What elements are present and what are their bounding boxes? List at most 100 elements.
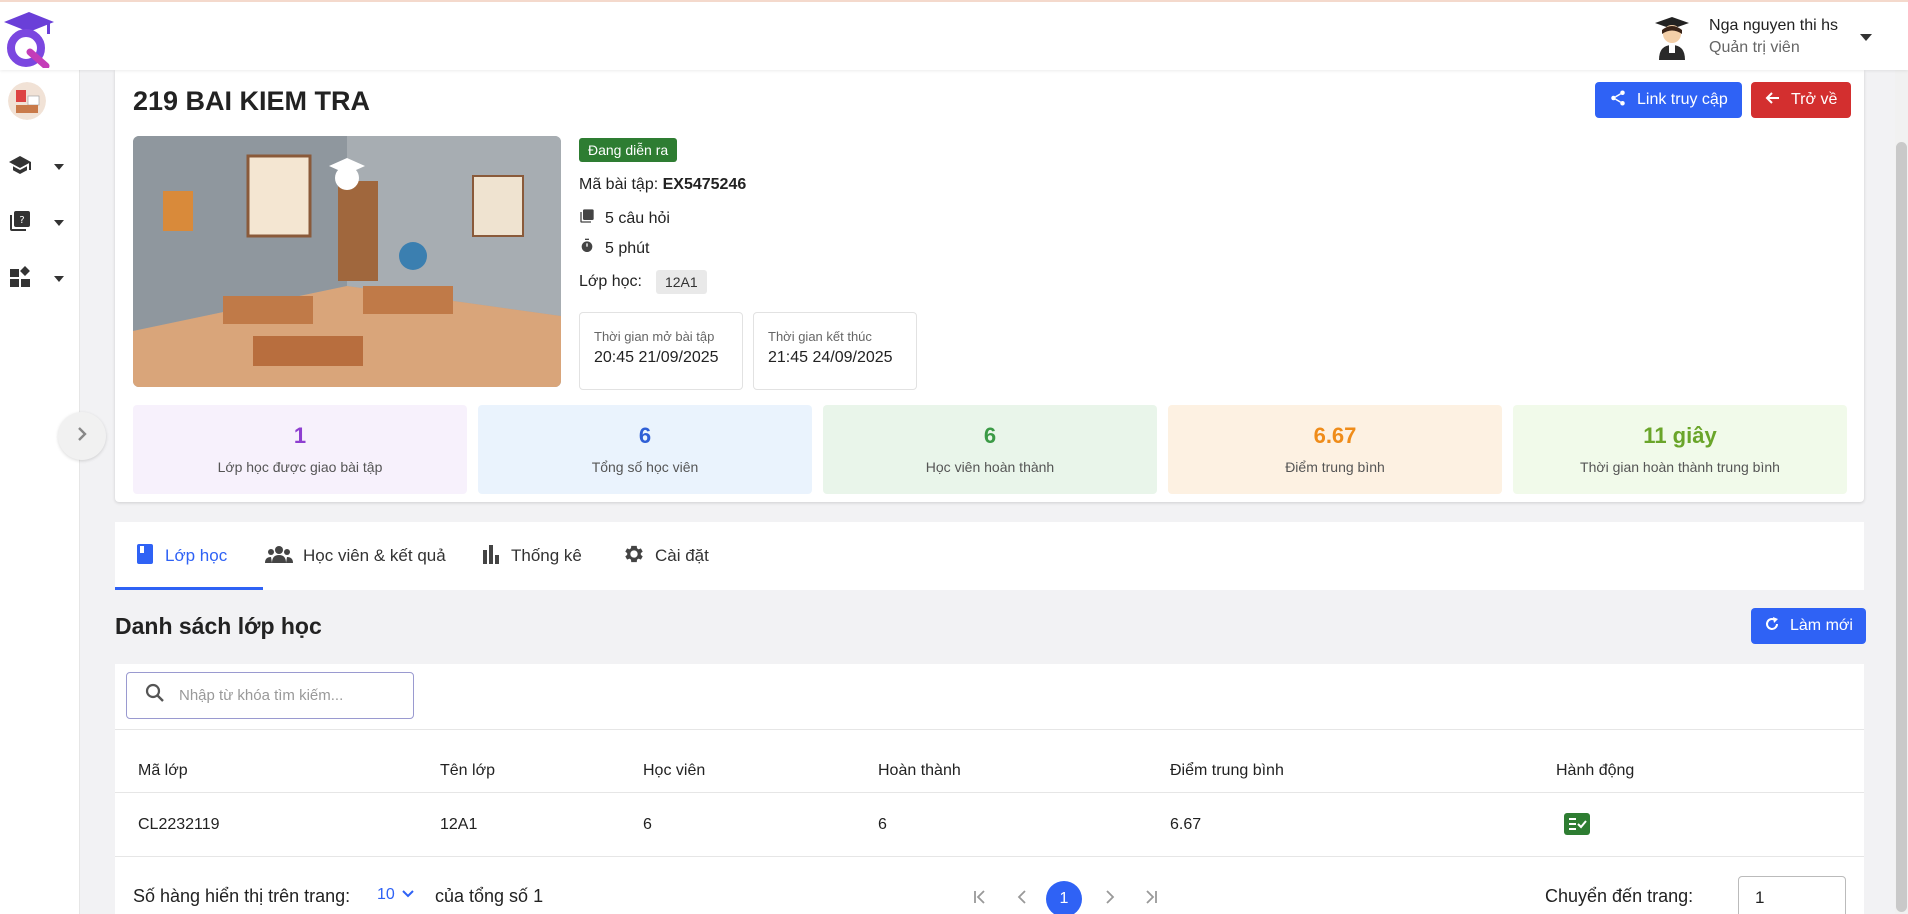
current-page-button[interactable]: 1 (1046, 881, 1082, 914)
tab-label: Thống kê (511, 546, 582, 565)
first-page-icon[interactable] (971, 888, 989, 906)
cell-class-name: 12A1 (440, 816, 478, 833)
sidebar-item-courses[interactable] (8, 152, 68, 182)
tab-label: Học viên & kết quả (303, 546, 446, 565)
column-header: Hành động (1556, 762, 1635, 779)
app-logo[interactable] (2, 10, 56, 70)
divider (115, 792, 1864, 793)
close-time-value: 21:45 24/09/2025 (768, 349, 893, 366)
chevron-down-icon (54, 164, 64, 170)
column-header[interactable]: Tên lớp (440, 762, 495, 780)
exam-class: Lớp học: 12A1 (579, 270, 707, 294)
sidebar-item-dashboard[interactable] (8, 264, 68, 294)
open-time-label: Thời gian mở bài tập (594, 329, 715, 344)
dashboard-icon (8, 265, 32, 294)
cell-average-score: 6.67 (1170, 816, 1202, 833)
goto-page-input[interactable]: 1 (1738, 876, 1846, 914)
open-time-box: Thời gian mở bài tập 20:45 21/09/2025 (579, 312, 743, 390)
exam-cover-image (133, 136, 561, 387)
cell-class-code: CL2232119 (138, 816, 220, 833)
open-time-value: 20:45 21/09/2025 (594, 349, 719, 366)
question-list-icon (579, 208, 595, 229)
section-title: Danh sách lớp học (115, 613, 322, 639)
exam-overview-card: 219 BAI KIEM TRA Link truy cập Trở về Đa… (115, 70, 1864, 502)
sidebar-item-questions[interactable]: ? (8, 208, 68, 238)
question-book-icon: ? (8, 209, 32, 238)
scrollbar-thumb[interactable] (1896, 142, 1907, 912)
question-count: 5 câu hỏi (579, 208, 670, 229)
rows-per-page-select[interactable]: 10 (377, 886, 415, 904)
last-page-icon[interactable] (1142, 888, 1160, 906)
page-scrollbar[interactable] (1895, 70, 1908, 914)
back-button[interactable]: Trở về (1751, 82, 1852, 118)
class-table-card: Mã lớp Tên lớp Học viên Hoàn thành Điểm … (115, 664, 1864, 914)
timer-icon (579, 238, 595, 259)
access-link-label: Link truy cập (1637, 91, 1728, 108)
class-chip: 12A1 (655, 270, 707, 294)
user-avatar (1649, 14, 1695, 60)
top-bar: Nga nguyen thi hs Quản trị viên (0, 0, 1908, 70)
tab-classes[interactable]: Lớp học (135, 522, 227, 590)
rows-per-page-value: 10 (377, 886, 395, 903)
cell-students: 6 (643, 816, 652, 833)
exam-code-value: EX5475246 (662, 176, 747, 193)
stat-value: 6.67 (1313, 423, 1357, 448)
chevron-right-icon (74, 426, 90, 447)
total-count-label: của tổng số 1 (435, 886, 544, 906)
column-header[interactable]: Mã lớp (138, 762, 188, 780)
user-menu[interactable]: Nga nguyen thi hs Quản trị viên (1649, 14, 1872, 60)
column-header[interactable]: Học viên (643, 762, 705, 780)
next-page-icon[interactable] (1100, 888, 1118, 906)
chevron-down-icon (54, 220, 64, 226)
previous-page-icon[interactable] (1014, 888, 1032, 906)
stat-value: 1 (293, 423, 307, 448)
arrow-left-icon (1765, 90, 1781, 111)
duration-text: 5 phút (605, 239, 650, 257)
cell-completed: 6 (878, 816, 887, 833)
goto-page-label: Chuyển đến trang: (1545, 886, 1694, 906)
tab-bar: Lớp học Học viên & kết quả Thống kê Cài … (115, 522, 1864, 590)
search-box[interactable] (126, 672, 414, 719)
tab-students-results[interactable]: Học viên & kết quả (265, 522, 446, 590)
stat-label: Tổng số học viên (591, 459, 699, 475)
search-input[interactable] (179, 687, 399, 704)
tab-settings[interactable]: Cài đặt (623, 522, 709, 590)
sidebar-expand-button[interactable] (58, 412, 106, 460)
chevron-down-icon (401, 886, 415, 904)
stat-label: Học viên hoàn thành (925, 459, 1055, 475)
checklist-icon[interactable] (1564, 813, 1590, 835)
stat-value: 11 giây (1643, 423, 1717, 448)
back-label: Trở về (1791, 91, 1838, 108)
gear-icon (623, 543, 645, 570)
refresh-icon (1764, 616, 1780, 637)
close-time-box: Thời gian kết thúc 21:45 24/09/2025 (753, 312, 917, 390)
divider (115, 729, 1864, 730)
refresh-label: Làm mới (1790, 617, 1853, 634)
user-name: Nga nguyen thi hs (1709, 17, 1838, 34)
tab-statistics[interactable]: Thống kê (481, 522, 582, 590)
stat-label: Điểm trung bình (1285, 459, 1385, 475)
stat-card-average-time: 11 giây Thời gian hoàn thành trung bình (1513, 405, 1847, 494)
graduation-cap-icon (8, 153, 32, 182)
refresh-button[interactable]: Làm mới (1751, 608, 1866, 644)
column-header[interactable]: Hoàn thành (878, 762, 961, 780)
divider (115, 856, 1864, 857)
access-link-button[interactable]: Link truy cập (1595, 82, 1742, 118)
class-label: Lớp học: (579, 273, 642, 290)
user-role: Quản trị viên (1709, 39, 1800, 56)
question-count-text: 5 câu hỏi (605, 209, 670, 227)
column-header[interactable]: Điểm trung bình (1170, 762, 1284, 780)
book-icon (135, 543, 155, 570)
stat-label: Thời gian hoàn thành trung bình (1580, 459, 1780, 475)
stat-value: 6 (638, 423, 652, 448)
chevron-down-icon (54, 276, 64, 282)
tab-label: Cài đặt (655, 546, 709, 565)
sidebar-avatar[interactable] (8, 82, 46, 120)
exam-duration: 5 phút (579, 238, 649, 259)
close-time-label: Thời gian kết thúc (768, 329, 872, 344)
svg-text:?: ? (19, 215, 24, 226)
page-title: 219 BAI KIEM TRA (133, 86, 371, 116)
share-icon (1609, 89, 1627, 112)
stat-value: 6 (983, 423, 997, 448)
chevron-down-icon[interactable] (1860, 33, 1872, 41)
